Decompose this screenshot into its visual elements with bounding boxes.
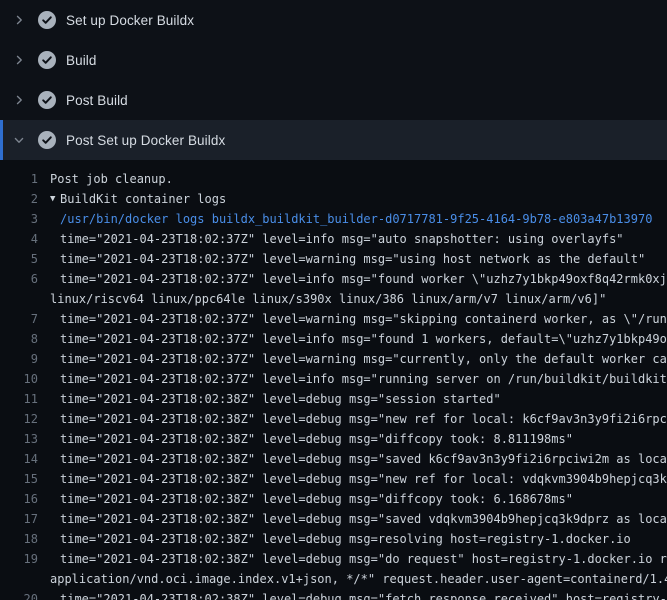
- check-circle-icon: [38, 131, 56, 149]
- log-text: time="2021-04-23T18:02:37Z" level=info m…: [60, 269, 667, 289]
- log-text: time="2021-04-23T18:02:38Z" level=debug …: [60, 409, 667, 429]
- log-line: 11 time="2021-04-23T18:02:38Z" level=debu…: [0, 389, 667, 409]
- line-number-spacer: [0, 569, 38, 589]
- log-line: 5 time="2021-04-23T18:02:37Z" level=warni…: [0, 249, 667, 269]
- log-line: 7 time="2021-04-23T18:02:37Z" level=warni…: [0, 309, 667, 329]
- log-rows: 1 Post job cleanup. 2 ▼BuildKit container l…: [0, 169, 667, 600]
- log-line: 15 time="2021-04-23T18:02:38Z" level=debu…: [0, 469, 667, 489]
- log-text: time="2021-04-23T18:02:38Z" level=debug …: [60, 449, 667, 469]
- log-line: 6 time="2021-04-23T18:02:37Z" level=info …: [0, 269, 667, 289]
- line-number-link[interactable]: 16: [0, 489, 38, 509]
- group-collapse-triangle-icon[interactable]: ▼: [50, 189, 60, 209]
- log-line: 8 time="2021-04-23T18:02:37Z" level=info …: [0, 329, 667, 349]
- line-number-link[interactable]: 6: [0, 269, 38, 289]
- log-text: time="2021-04-23T18:02:38Z" level=debug …: [60, 509, 667, 529]
- step-post-set-up-docker-buildx[interactable]: Post Set up Docker Buildx: [0, 120, 667, 160]
- log-text: Post job cleanup.: [50, 169, 173, 189]
- log-line: 2 ▼BuildKit container logs: [0, 189, 667, 209]
- step-title: Post Set up Docker Buildx: [66, 133, 225, 148]
- line-number-link[interactable]: 17: [0, 509, 38, 529]
- log-text: time="2021-04-23T18:02:38Z" level=debug …: [60, 529, 631, 549]
- log-text: time="2021-04-23T18:02:37Z" level=info m…: [60, 229, 624, 249]
- log-line: 17 time="2021-04-23T18:02:38Z" level=debu…: [0, 509, 667, 529]
- line-number-link[interactable]: 3: [0, 209, 38, 229]
- log-viewer: 1 Post job cleanup. 2 ▼BuildKit container l…: [0, 160, 667, 600]
- check-circle-icon: [38, 91, 56, 109]
- log-text: application/vnd.oci.image.index.v1+json,…: [50, 569, 667, 589]
- log-line-continuation: linux/riscv64 linux/ppc64le linux/s390x …: [0, 289, 667, 309]
- line-number-link[interactable]: 13: [0, 429, 38, 449]
- line-number-link[interactable]: 12: [0, 409, 38, 429]
- line-number-link[interactable]: 15: [0, 469, 38, 489]
- log-line: 10 time="2021-04-23T18:02:37Z" level=info…: [0, 369, 667, 389]
- log-text: time="2021-04-23T18:02:37Z" level=warnin…: [60, 249, 645, 269]
- step-post-build[interactable]: Post Build: [0, 80, 667, 120]
- step-title: Build: [66, 53, 97, 68]
- log-line: 14 time="2021-04-23T18:02:38Z" level=debu…: [0, 449, 667, 469]
- log-line: 19 time="2021-04-23T18:02:38Z" level=debu…: [0, 549, 667, 569]
- check-circle-icon: [38, 11, 56, 29]
- line-number-link[interactable]: 4: [0, 229, 38, 249]
- log-line: 12 time="2021-04-23T18:02:38Z" level=debu…: [0, 409, 667, 429]
- chevron-right-icon: [12, 53, 26, 67]
- step-title: Set up Docker Buildx: [66, 13, 194, 28]
- step-title: Post Build: [66, 93, 128, 108]
- log-text: time="2021-04-23T18:02:37Z" level=info m…: [60, 329, 667, 349]
- log-text: linux/riscv64 linux/ppc64le linux/s390x …: [50, 289, 606, 309]
- line-number-link[interactable]: 9: [0, 349, 38, 369]
- line-number-link[interactable]: 2: [0, 189, 38, 209]
- log-line: 3/usr/bin/docker logs buildx_buildkit_bu…: [0, 209, 667, 229]
- log-line: 16 time="2021-04-23T18:02:38Z" level=debu…: [0, 489, 667, 509]
- log-line: 9 time="2021-04-23T18:02:37Z" level=warni…: [0, 349, 667, 369]
- check-circle-icon: [38, 51, 56, 69]
- log-line: 4 time="2021-04-23T18:02:37Z" level=info …: [0, 229, 667, 249]
- line-number-link[interactable]: 18: [0, 529, 38, 549]
- line-number-spacer: [0, 289, 38, 309]
- step-build[interactable]: Build: [0, 40, 667, 80]
- chevron-right-icon: [12, 13, 26, 27]
- line-number-link[interactable]: 14: [0, 449, 38, 469]
- step-set-up-docker-buildx[interactable]: Set up Docker Buildx: [0, 0, 667, 40]
- log-line: 13 time="2021-04-23T18:02:38Z" level=debu…: [0, 429, 667, 449]
- log-line: 18 time="2021-04-23T18:02:38Z" level=debu…: [0, 529, 667, 549]
- line-number-link[interactable]: 11: [0, 389, 38, 409]
- log-text: BuildKit container logs: [60, 189, 226, 209]
- chevron-down-icon: [12, 133, 26, 147]
- command-text: /usr/bin/docker logs buildx_buildkit_bui…: [60, 209, 652, 229]
- chevron-right-icon: [12, 93, 26, 107]
- log-line: 1 Post job cleanup.: [0, 169, 667, 189]
- line-number-link[interactable]: 8: [0, 329, 38, 349]
- log-text: time="2021-04-23T18:02:38Z" level=debug …: [60, 429, 573, 449]
- actions-log-viewer: Set up Docker Buildx Build Post Build: [0, 0, 667, 600]
- log-text: time="2021-04-23T18:02:37Z" level=info m…: [60, 369, 667, 389]
- log-line: 20 time="2021-04-23T18:02:38Z" level=debu…: [0, 589, 667, 600]
- log-line-continuation: application/vnd.oci.image.index.v1+json,…: [0, 569, 667, 589]
- log-text: time="2021-04-23T18:02:38Z" level=debug …: [60, 589, 667, 600]
- line-number-link[interactable]: 5: [0, 249, 38, 269]
- log-text: time="2021-04-23T18:02:38Z" level=debug …: [60, 489, 573, 509]
- line-number-link[interactable]: 20: [0, 589, 38, 600]
- line-number-link[interactable]: 19: [0, 549, 38, 569]
- steps-list: Set up Docker Buildx Build Post Build: [0, 0, 667, 160]
- log-text: time="2021-04-23T18:02:38Z" level=debug …: [60, 389, 501, 409]
- log-text: time="2021-04-23T18:02:38Z" level=debug …: [60, 469, 667, 489]
- log-text: time="2021-04-23T18:02:37Z" level=warnin…: [60, 309, 667, 329]
- line-number-link[interactable]: 7: [0, 309, 38, 329]
- line-number-link[interactable]: 1: [0, 169, 38, 189]
- log-text: time="2021-04-23T18:02:38Z" level=debug …: [60, 549, 667, 569]
- line-number-link[interactable]: 10: [0, 369, 38, 389]
- log-text: time="2021-04-23T18:02:37Z" level=warnin…: [60, 349, 667, 369]
